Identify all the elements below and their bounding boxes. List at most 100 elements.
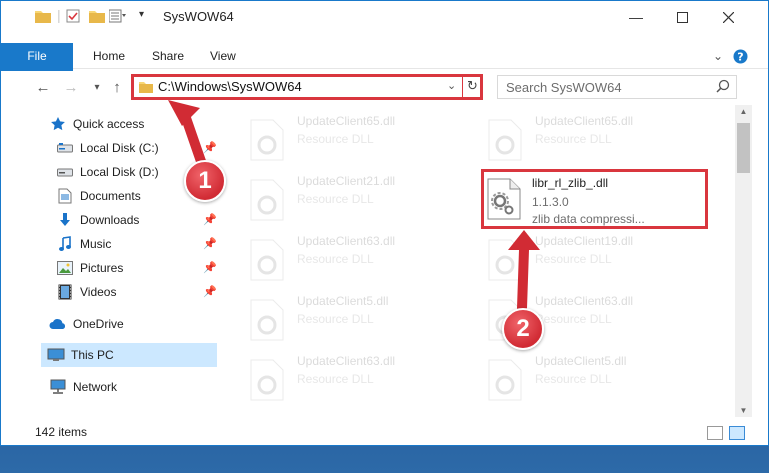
sidebar-item-label: OneDrive bbox=[73, 317, 124, 331]
sidebar-item-label: Downloads bbox=[80, 213, 140, 227]
file-type: Resource DLL bbox=[297, 252, 374, 266]
title-bar: | ▾ SysWOW64 — bbox=[1, 1, 768, 33]
star-icon bbox=[49, 116, 67, 132]
file-name: libr_rl_zlib_.dll bbox=[532, 176, 609, 190]
sidebar-item-music[interactable]: Music bbox=[56, 232, 111, 256]
file-type: Resource DLL bbox=[535, 132, 612, 146]
dll-file-icon bbox=[487, 119, 523, 161]
sidebar-item-label: Music bbox=[80, 237, 112, 251]
search-icon[interactable] bbox=[716, 79, 730, 96]
sidebar-item-videos[interactable]: Videos bbox=[56, 280, 116, 304]
properties-icon[interactable] bbox=[66, 9, 80, 23]
recent-locations-icon[interactable]: ▾ bbox=[87, 77, 107, 97]
file-name: UpdateClient5.dll bbox=[297, 294, 389, 308]
file-item[interactable]: UpdateClient19.dll Resource DLL bbox=[483, 231, 718, 287]
file-item[interactable]: UpdateClient5.dll Resource DLL bbox=[245, 291, 480, 347]
vertical-scrollbar[interactable]: ▲ ▼ bbox=[735, 105, 752, 417]
tab-share[interactable]: Share bbox=[152, 43, 184, 69]
up-arrow-icon[interactable]: ↑ bbox=[107, 77, 127, 97]
sidebar-item-label: This PC bbox=[71, 348, 114, 362]
file-name: UpdateClient65.dll bbox=[535, 114, 634, 128]
file-item-libr-rl-zlib[interactable]: libr_rl_zlib_.dll 1.1.3.0 zlib data comp… bbox=[481, 169, 708, 229]
sidebar-item-this-pc[interactable]: This PC bbox=[41, 343, 217, 367]
customize-quick-access-icon[interactable] bbox=[109, 9, 127, 23]
tab-view[interactable]: View bbox=[210, 43, 236, 69]
file-name: UpdateClient63.dll bbox=[297, 354, 396, 368]
scroll-up-icon[interactable]: ▲ bbox=[735, 107, 752, 116]
callout-badge-2: 2 bbox=[502, 308, 544, 350]
file-type: Resource DLL bbox=[297, 372, 374, 386]
pin-icon[interactable]: 📌 bbox=[203, 213, 217, 226]
address-separator bbox=[462, 77, 463, 97]
sidebar-item-network[interactable]: Network bbox=[49, 375, 117, 399]
sidebar-item-label: Local Disk (D:) bbox=[80, 165, 159, 179]
file-name: UpdateClient5.dll bbox=[535, 354, 627, 368]
explorer-window: | ▾ SysWOW64 — File Home Share View ⌄ ? … bbox=[0, 0, 769, 446]
file-item[interactable]: UpdateClient65.dll Resource DLL bbox=[483, 111, 718, 167]
new-folder-icon[interactable] bbox=[89, 9, 105, 23]
file-type: Resource DLL bbox=[535, 252, 612, 266]
ribbon-tabs: File Home Share View ⌄ ? bbox=[1, 43, 768, 99]
sidebar-item-quick-access[interactable]: Quick access bbox=[49, 112, 144, 136]
large-icons-view-icon[interactable] bbox=[729, 426, 745, 440]
back-arrow-icon[interactable]: ← bbox=[33, 77, 53, 97]
maximize-button[interactable] bbox=[659, 1, 705, 33]
sidebar-item-onedrive[interactable]: OneDrive bbox=[49, 312, 124, 336]
folder-icon bbox=[35, 9, 51, 23]
address-bar[interactable]: C:\Windows\SysWOW64 ⌄ ↻ bbox=[131, 74, 483, 100]
file-version: 1.1.3.0 bbox=[532, 195, 569, 209]
minimize-button[interactable]: — bbox=[613, 1, 659, 33]
file-item[interactable]: UpdateClient65.dll Resource DLL bbox=[245, 111, 480, 167]
file-type: Resource DLL bbox=[535, 312, 612, 326]
window-title: SysWOW64 bbox=[163, 9, 234, 24]
dll-file-icon bbox=[487, 239, 523, 281]
tab-home[interactable]: Home bbox=[93, 43, 125, 69]
scroll-thumb[interactable] bbox=[737, 123, 750, 173]
file-item[interactable]: UpdateClient63.dll Resource DLL bbox=[245, 231, 480, 287]
file-description: zlib data compressi... bbox=[532, 212, 645, 226]
help-icon[interactable]: ? bbox=[731, 47, 749, 65]
file-name: UpdateClient21.dll bbox=[297, 174, 396, 188]
sidebar-item-local-disk-c[interactable]: Local Disk (C:) bbox=[56, 136, 159, 160]
search-box[interactable]: Search SysWOW64 bbox=[497, 75, 737, 99]
title-separator: | bbox=[57, 7, 61, 23]
scroll-down-icon[interactable]: ▼ bbox=[735, 406, 752, 415]
dll-file-icon bbox=[249, 239, 285, 281]
videos-icon bbox=[56, 284, 74, 300]
download-icon bbox=[56, 212, 74, 228]
dll-file-icon bbox=[249, 299, 285, 341]
file-item[interactable]: UpdateClient5.dll Resource DLL bbox=[483, 351, 718, 407]
file-name: UpdateClient63.dll bbox=[535, 294, 634, 308]
network-icon bbox=[49, 379, 67, 395]
file-type: Resource DLL bbox=[297, 192, 374, 206]
expand-ribbon-icon[interactable]: ⌄ bbox=[709, 47, 727, 65]
folder-icon bbox=[139, 81, 153, 96]
sidebar-item-documents[interactable]: Documents bbox=[56, 184, 141, 208]
details-view-icon[interactable] bbox=[707, 426, 723, 440]
navigation-pane: Quick access Local Disk (C:) 📌 Local Dis… bbox=[1, 105, 217, 417]
address-dropdown-icon[interactable]: ⌄ bbox=[447, 79, 456, 92]
sidebar-item-label: Documents bbox=[80, 189, 141, 203]
sidebar-item-pictures[interactable]: Pictures bbox=[56, 256, 123, 280]
sidebar-item-local-disk-d[interactable]: Local Disk (D:) bbox=[56, 160, 159, 184]
sidebar-item-label: Quick access bbox=[73, 117, 145, 131]
forward-arrow-icon[interactable]: → bbox=[61, 77, 81, 97]
pin-icon[interactable]: 📌 bbox=[203, 285, 217, 298]
dll-file-icon bbox=[249, 179, 285, 221]
file-name: UpdateClient19.dll bbox=[535, 234, 634, 248]
pin-icon[interactable]: 📌 bbox=[203, 261, 217, 274]
file-item[interactable]: UpdateClient21.dll Resource DLL bbox=[245, 171, 480, 227]
refresh-icon[interactable]: ↻ bbox=[467, 78, 478, 94]
file-item[interactable]: UpdateClient63.dll Resource DLL bbox=[245, 351, 480, 407]
status-bar: 142 items bbox=[1, 419, 768, 445]
quick-access-dropdown-icon[interactable]: ▾ bbox=[139, 9, 144, 20]
dll-gears-icon bbox=[486, 178, 522, 220]
sidebar-item-label: Videos bbox=[80, 285, 117, 299]
cloud-icon bbox=[49, 316, 67, 332]
pin-icon[interactable]: 📌 bbox=[203, 141, 217, 154]
file-type: Resource DLL bbox=[297, 312, 374, 326]
close-button[interactable] bbox=[705, 1, 751, 33]
dll-file-icon bbox=[249, 119, 285, 161]
sidebar-item-downloads[interactable]: Downloads bbox=[56, 208, 139, 232]
pin-icon[interactable]: 📌 bbox=[203, 237, 217, 250]
